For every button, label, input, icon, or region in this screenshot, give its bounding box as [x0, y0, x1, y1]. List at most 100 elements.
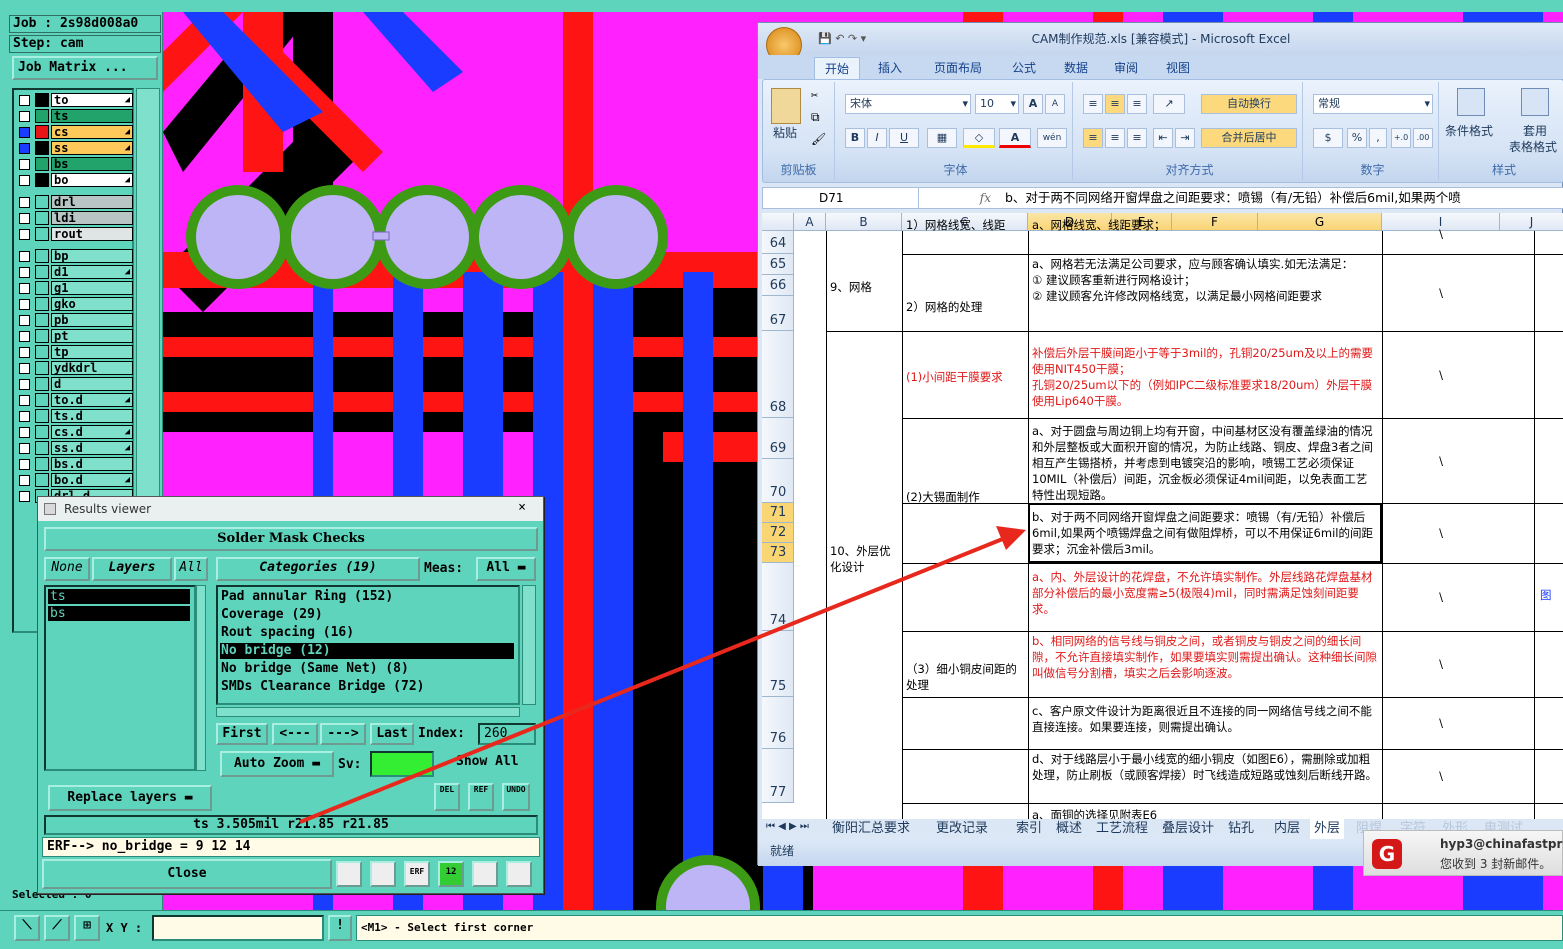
- layer-row-bp[interactable]: bp: [17, 249, 133, 264]
- categories-hscrollbar[interactable]: [216, 707, 520, 717]
- cell-d-72[interactable]: b、对于两不同网络开窗焊盘之间距要求：喷锡（有/无铅）补偿后6mil,如果两个喷…: [1032, 509, 1378, 563]
- pan-icon[interactable]: ⟍: [14, 915, 40, 941]
- layer-checkbox[interactable]: [19, 175, 30, 186]
- layer-color-swatch[interactable]: [35, 441, 49, 455]
- layer-checkbox[interactable]: [19, 213, 30, 224]
- layer-color-swatch[interactable]: [35, 227, 49, 241]
- layer-row-rout[interactable]: rout: [17, 227, 133, 242]
- layer-row-g1[interactable]: g1: [17, 281, 133, 296]
- close-icon[interactable]: ×: [509, 499, 535, 517]
- sheet-tab[interactable]: 更改记录: [932, 819, 992, 839]
- layer-row-cs[interactable]: cs ◢: [17, 125, 133, 140]
- layer-name[interactable]: cs.d ◢: [51, 425, 133, 439]
- undo-button[interactable]: UNDO: [502, 783, 530, 811]
- row-header[interactable]: 74: [762, 563, 794, 631]
- row-header[interactable]: 69: [762, 418, 794, 459]
- layer-checkbox[interactable]: [19, 491, 30, 502]
- cell-i-mark[interactable]: \: [1382, 656, 1500, 672]
- sv-color-select[interactable]: [370, 751, 434, 777]
- categories-scrollbar[interactable]: [522, 585, 536, 705]
- layer-color-swatch[interactable]: [35, 345, 49, 359]
- layer-checkbox[interactable]: [19, 347, 30, 358]
- column-header[interactable]: A: [794, 213, 826, 231]
- sheet-tab[interactable]: 工艺流程: [1092, 819, 1152, 839]
- row-header[interactable]: 67: [762, 296, 794, 331]
- job-matrix-button[interactable]: Job Matrix ...: [12, 56, 158, 80]
- layer-row-ss[interactable]: ss ◢: [17, 141, 133, 156]
- align-top-icon[interactable]: ≡: [1083, 94, 1103, 114]
- select-all[interactable]: [762, 213, 794, 231]
- italic-button[interactable]: I: [867, 128, 887, 148]
- underline-button[interactable]: U: [889, 128, 919, 148]
- merge-center-button[interactable]: 合并后居中: [1201, 128, 1297, 148]
- sheet-tab[interactable]: 叠层设计: [1158, 819, 1218, 839]
- layer-row-bo[interactable]: bo ◢: [17, 173, 133, 188]
- layer-name[interactable]: ts: [51, 109, 133, 123]
- fx-icon[interactable]: fx: [929, 188, 999, 208]
- cell-i-mark[interactable]: \: [1382, 226, 1500, 242]
- layer-name[interactable]: bo.d ◢: [51, 473, 133, 487]
- layer-color-swatch[interactable]: [35, 425, 49, 439]
- layer-checkbox[interactable]: [19, 159, 30, 170]
- category-item[interactable]: Pad annular Ring (152): [220, 589, 514, 605]
- row-header[interactable]: 75: [762, 631, 794, 697]
- layer-checkbox[interactable]: [19, 411, 30, 422]
- copy-icon[interactable]: ⧉: [811, 110, 820, 125]
- layer-color-swatch[interactable]: [35, 361, 49, 375]
- layer-color-swatch[interactable]: [35, 157, 49, 171]
- cell-d-75[interactable]: b、相同网络的信号线与铜皮之间，或者铜皮与铜皮之间的细长间隙，不允许直接填实制作…: [1032, 633, 1378, 695]
- layer-name[interactable]: pb: [51, 313, 133, 327]
- layer-name[interactable]: tp: [51, 345, 133, 359]
- layer-color-swatch[interactable]: [35, 173, 49, 187]
- mail-notification[interactable]: G hyp3@chinafastprin 您收到 3 封新邮件。: [1363, 830, 1563, 876]
- num-icon[interactable]: 12: [438, 861, 464, 887]
- ribbon-tab[interactable]: 页面布局: [922, 57, 994, 79]
- layer-name[interactable]: bo ◢: [51, 173, 133, 187]
- chart-icon[interactable]: [506, 861, 532, 887]
- font-color-button[interactable]: A: [999, 128, 1031, 148]
- layer-row-to-d[interactable]: to.d ◢: [17, 393, 133, 408]
- paste-icon[interactable]: [771, 88, 801, 124]
- replace-layers-select[interactable]: Replace layers ▬: [48, 785, 212, 811]
- layer-color-swatch[interactable]: [35, 297, 49, 311]
- sheet-tab[interactable]: 概述: [1052, 819, 1086, 839]
- layer-color-swatch[interactable]: [35, 195, 49, 209]
- grow-font-button[interactable]: A: [1023, 94, 1043, 114]
- layer-checkbox[interactable]: [19, 363, 30, 374]
- layer-color-swatch[interactable]: [35, 313, 49, 327]
- layer-color-swatch[interactable]: [35, 93, 49, 107]
- align-left-icon[interactable]: ≡: [1083, 128, 1103, 148]
- align-bottom-icon[interactable]: ≡: [1127, 94, 1147, 114]
- list-item[interactable]: bs: [48, 606, 190, 621]
- layer-name[interactable]: bs.d: [51, 457, 133, 471]
- layer-color-swatch[interactable]: [35, 473, 49, 487]
- layer-row-ss-d[interactable]: ss.d ◢: [17, 441, 133, 456]
- index-input[interactable]: 260: [478, 723, 536, 745]
- layer-name[interactable]: bs: [51, 157, 133, 171]
- layer-name[interactable]: pt: [51, 329, 133, 343]
- layer-name[interactable]: ss ◢: [51, 141, 133, 155]
- sheet-tab[interactable]: 衡阳汇总要求: [828, 819, 914, 839]
- sheet-tab[interactable]: 内层: [1270, 819, 1304, 839]
- ribbon-tab[interactable]: 审阅: [1104, 57, 1148, 79]
- cell-i-mark[interactable]: \: [1382, 715, 1500, 731]
- layer-name[interactable]: ldi: [51, 211, 133, 225]
- cell-i-mark[interactable]: \: [1382, 525, 1500, 541]
- align-center-icon[interactable]: ≡: [1105, 128, 1125, 148]
- cell-d-68[interactable]: 补偿后外层干膜间距小于等于3mil的，孔铜20/25um及以上的需要使用NIT4…: [1032, 345, 1378, 415]
- next-button[interactable]: --->: [320, 723, 366, 745]
- row-header[interactable]: 68: [762, 331, 794, 418]
- bold-button[interactable]: B: [845, 128, 865, 148]
- layer-checkbox[interactable]: [19, 443, 30, 454]
- format-table-icon[interactable]: [1521, 88, 1549, 116]
- report-icon[interactable]: [370, 861, 396, 887]
- percent-button[interactable]: %: [1347, 128, 1367, 148]
- layer-row-d[interactable]: d: [17, 377, 133, 392]
- cell-d-74[interactable]: a、内、外层设计的花焊盘，不允许填实制作。外层线路花焊盘基材部分补偿后的最小宽度…: [1032, 569, 1378, 629]
- layer-row-d1[interactable]: d1 ◢: [17, 265, 133, 280]
- layer-checkbox[interactable]: [19, 251, 30, 262]
- measure-icon[interactable]: ⟋: [44, 915, 70, 941]
- row-header[interactable]: 70: [762, 459, 794, 503]
- cell-d-78[interactable]: a、面铜的选择见附表E6: [1032, 807, 1378, 819]
- shrink-font-button[interactable]: A: [1045, 94, 1065, 114]
